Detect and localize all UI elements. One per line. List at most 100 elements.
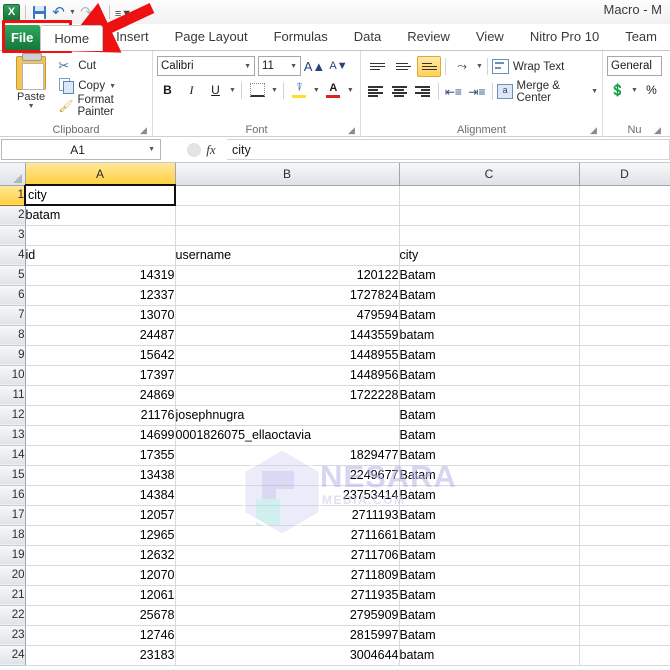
row-header-6[interactable]: 6 — [0, 285, 26, 306]
cell-A23[interactable]: 12746 — [25, 625, 176, 646]
cancel-edit-icon[interactable] — [167, 140, 187, 159]
currency-dropdown-icon[interactable]: ▼ — [631, 87, 638, 94]
cell-B14[interactable]: 1829477 — [175, 445, 400, 466]
row-header-9[interactable]: 9 — [0, 345, 26, 366]
cell-D15[interactable] — [579, 465, 670, 486]
cell-A24[interactable]: 23183 — [25, 645, 176, 666]
cell-D9[interactable] — [579, 345, 670, 366]
row-header-19[interactable]: 19 — [0, 545, 26, 566]
cell-D17[interactable] — [579, 505, 670, 526]
row-header-17[interactable]: 17 — [0, 505, 26, 526]
align-left-button[interactable] — [365, 81, 387, 102]
cell-D7[interactable] — [579, 305, 670, 326]
row-header-13[interactable]: 13 — [0, 425, 26, 446]
font-color-button[interactable]: A — [323, 80, 344, 100]
cell-C4[interactable]: city — [399, 245, 580, 266]
chevron-down-icon[interactable]: ▼ — [290, 63, 297, 70]
percent-format-button[interactable]: % — [641, 80, 662, 100]
row-header-24[interactable]: 24 — [0, 645, 26, 666]
cell-D1[interactable] — [579, 185, 670, 206]
font-color-dropdown-icon[interactable]: ▼ — [347, 87, 354, 94]
italic-button[interactable]: I — [181, 80, 202, 100]
cell-A11[interactable]: 24869 — [25, 385, 176, 406]
cell-B6[interactable]: 1727824 — [175, 285, 400, 306]
chevron-down-icon[interactable]: ▼ — [4, 103, 58, 110]
cell-A1[interactable]: city — [24, 184, 176, 206]
row-header-21[interactable]: 21 — [0, 585, 26, 606]
row-header-18[interactable]: 18 — [0, 525, 26, 546]
chevron-down-icon[interactable]: ▼ — [591, 88, 598, 95]
cell-C17[interactable]: Batam — [399, 505, 580, 526]
cell-A12[interactable]: 21176 — [25, 405, 176, 426]
column-header-d[interactable]: D — [579, 163, 670, 186]
accounting-format-button[interactable]: 💲 — [607, 80, 628, 100]
cell-B23[interactable]: 2815997 — [175, 625, 400, 646]
cell-B21[interactable]: 2711935 — [175, 585, 400, 606]
wrap-text-button[interactable]: Wrap Text — [491, 56, 564, 77]
cell-B7[interactable]: 479594 — [175, 305, 400, 326]
row-header-5[interactable]: 5 — [0, 265, 26, 286]
customize-qat-icon[interactable]: ≡▼ — [115, 4, 132, 21]
cell-D3[interactable] — [579, 225, 670, 246]
cell-B8[interactable]: 1443559 — [175, 325, 400, 346]
row-header-23[interactable]: 23 — [0, 625, 26, 646]
chevron-down-icon[interactable]: ▼ — [244, 63, 251, 70]
cell-D5[interactable] — [579, 265, 670, 286]
row-header-22[interactable]: 22 — [0, 605, 26, 626]
cell-D18[interactable] — [579, 525, 670, 546]
name-box[interactable]: A1 ▼ — [1, 139, 161, 160]
tab-nitro-pro-10[interactable]: Nitro Pro 10 — [517, 24, 612, 50]
cell-D16[interactable] — [579, 485, 670, 506]
cell-C19[interactable]: Batam — [399, 545, 580, 566]
tab-data[interactable]: Data — [341, 24, 394, 50]
fill-color-dropdown-icon[interactable]: ▼ — [313, 87, 320, 94]
align-middle-button[interactable] — [391, 56, 415, 77]
cell-D22[interactable] — [579, 605, 670, 626]
cell-D11[interactable] — [579, 385, 670, 406]
cell-A15[interactable]: 13438 — [25, 465, 176, 486]
cell-B24[interactable]: 3004644 — [175, 645, 400, 666]
align-center-button[interactable] — [389, 81, 411, 102]
cell-C16[interactable]: Batam — [399, 485, 580, 506]
row-header-8[interactable]: 8 — [0, 325, 26, 346]
chevron-down-icon[interactable]: ▼ — [148, 146, 155, 153]
expand-formula-bar-icon[interactable] — [187, 142, 201, 157]
cell-D14[interactable] — [579, 445, 670, 466]
cell-C7[interactable]: Batam — [399, 305, 580, 326]
cell-B15[interactable]: 2249677 — [175, 465, 400, 486]
cell-A21[interactable]: 12061 — [25, 585, 176, 606]
redo-icon[interactable]: ↷ — [78, 4, 95, 21]
tab-insert[interactable]: Insert — [103, 24, 162, 50]
cell-D23[interactable] — [579, 625, 670, 646]
select-all-corner[interactable] — [0, 163, 26, 186]
cell-A13[interactable]: 14699 — [25, 425, 176, 446]
shrink-font-button[interactable]: A▼ — [328, 56, 349, 76]
row-header-10[interactable]: 10 — [0, 365, 26, 386]
align-bottom-button[interactable] — [417, 56, 441, 77]
cell-A22[interactable]: 25678 — [25, 605, 176, 626]
cell-B18[interactable]: 2711661 — [175, 525, 400, 546]
undo-dropdown-icon[interactable]: ▼ — [69, 4, 76, 21]
cell-D21[interactable] — [579, 585, 670, 606]
font-size-combo[interactable]: 11 ▼ — [258, 56, 301, 76]
cell-C1[interactable] — [399, 185, 580, 206]
cell-C13[interactable]: Batam — [399, 425, 580, 446]
cell-A5[interactable]: 14319 — [25, 265, 176, 286]
cell-B22[interactable]: 2795909 — [175, 605, 400, 626]
cell-B17[interactable]: 2711193 — [175, 505, 400, 526]
font-dialog-launcher-icon[interactable]: ◢ — [348, 126, 357, 135]
cell-C24[interactable]: batam — [399, 645, 580, 666]
borders-dropdown-icon[interactable]: ▼ — [271, 87, 278, 94]
tab-view[interactable]: View — [463, 24, 517, 50]
cell-C22[interactable]: Batam — [399, 605, 580, 626]
cell-C10[interactable]: Batam — [399, 365, 580, 386]
orientation-button[interactable]: ⤳ — [450, 56, 474, 77]
save-icon[interactable] — [31, 4, 48, 21]
cell-C11[interactable]: Batam — [399, 385, 580, 406]
cell-C9[interactable]: Batam — [399, 345, 580, 366]
tab-review[interactable]: Review — [394, 24, 463, 50]
cell-A9[interactable]: 15642 — [25, 345, 176, 366]
cell-C21[interactable]: Batam — [399, 585, 580, 606]
tab-file[interactable]: File — [4, 25, 41, 50]
cell-C12[interactable]: Batam — [399, 405, 580, 426]
